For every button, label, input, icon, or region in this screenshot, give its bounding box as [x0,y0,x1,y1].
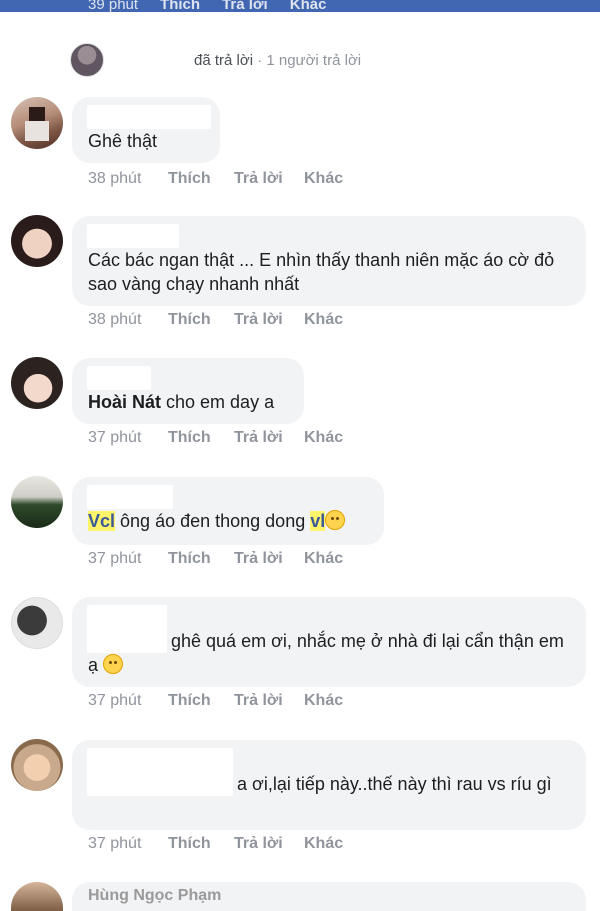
comment-bubble: Hoài Nát cho em day a [72,358,304,424]
like-button[interactable]: Thích [168,550,234,568]
comment-actions: 37 phút Thích Trả lời Khác [88,550,343,568]
more-button[interactable]: Khác [290,0,327,13]
timestamp[interactable]: 37 phút [88,429,168,447]
more-button[interactable]: Khác [304,429,343,447]
reply-button[interactable]: Trả lời [234,170,304,188]
reply-button[interactable]: Trả lời [234,550,304,568]
more-button[interactable]: Khác [304,550,343,568]
comment-actions: 38 phút Thích Trả lời Khác [88,170,343,188]
avatar [70,43,104,77]
mention-link[interactable]: Hoài Nát [88,392,161,412]
comment-text: Vcl ông áo đen thong dong vl [88,509,368,533]
more-button[interactable]: Khác [304,311,343,329]
redacted-name [87,224,179,248]
like-button[interactable]: Thích [168,429,234,447]
top-navigation-bar: 39 phút Thích Trả lời Khác [0,0,600,13]
comment-bubble: Ghê thật [72,97,220,163]
timestamp[interactable]: 37 phút [88,550,168,568]
more-button[interactable]: Khác [304,692,343,710]
reply-button[interactable]: Trả lời [234,429,304,447]
avatar[interactable] [11,739,63,791]
redacted-name [87,748,233,796]
highlighted-word: Vcl [88,511,116,531]
timestamp[interactable]: 38 phút [88,311,168,329]
highlighted-word: vl [310,511,326,531]
timestamp[interactable]: 38 phút [88,170,168,188]
avatar[interactable] [11,597,63,649]
comment-actions: 38 phút Thích Trả lời Khác [88,311,343,329]
commenter-name[interactable]: Hùng Ngọc Phạm [88,884,228,906]
like-button[interactable]: Thích [168,311,234,329]
timestamp[interactable]: 37 phút [88,835,168,853]
redacted-name [87,605,167,653]
reply-button[interactable]: Trả lời [234,692,304,710]
comment-body: cho em day a [161,392,275,412]
like-button[interactable]: Thích [168,170,234,188]
like-button[interactable]: Thích [168,692,234,710]
comment-text: Các bác ngan thật ... E nhìn thấy thanh … [88,250,555,294]
like-button[interactable]: Thích [168,835,234,853]
timestamp[interactable]: 37 phút [88,692,168,710]
avatar[interactable] [11,476,63,528]
comment-actions: 37 phút Thích Trả lời Khác [88,835,343,853]
comment-bubble: ghê quá em ơi, nhắc mẹ ở nhà đi lại cẩn … [72,597,586,687]
more-button[interactable]: Khác [304,170,343,188]
worried-emoji-icon [103,654,124,674]
comment-actions: 37 phút Thích Trả lời Khác [88,692,343,710]
reply-button[interactable]: Trả lời [234,835,304,853]
more-button[interactable]: Khác [304,835,343,853]
redacted-name [87,105,211,129]
reply-button[interactable]: Trả lời [234,311,304,329]
comment-body: ông áo đen thong dong [115,511,311,531]
laughing-emoji-icon [325,510,346,530]
redacted-name [87,485,173,509]
avatar[interactable] [11,97,63,149]
comment-actions: 37 phút Thích Trả lời Khác [88,429,343,447]
comment-bubble: a ơi,lại tiếp này..thế này thì rau vs rí… [72,740,586,830]
reply-button[interactable]: Trả lời [222,0,268,13]
timestamp: 39 phút [88,0,139,13]
avatar[interactable] [11,882,63,911]
previous-comment-actions: 39 phút Thích Trả lời Khác [88,0,326,13]
avatar[interactable] [11,215,63,267]
comment-partial: Hùng Ngọc Phạm [0,882,600,911]
replied-label: đã trả lời [194,51,254,69]
comment-text: Hoài Nát cho em day a [88,390,288,414]
reply-summary-text[interactable]: đã trả lời · 1 người trả lời [194,52,361,69]
like-button[interactable]: Thích [160,0,200,13]
reply-summary[interactable]: đã trả lời · 1 người trả lời [70,42,361,78]
avatar[interactable] [11,357,63,409]
redacted-name [87,366,151,390]
comment-bubble: Hùng Ngọc Phạm [72,882,586,911]
comment-bubble: Các bác ngan thật ... E nhìn thấy thanh … [72,216,586,306]
comment-text: Ghê thật [88,131,158,151]
comment-bubble: Vcl ông áo đen thong dong vl [72,477,384,545]
reply-count: · 1 người trả lời [253,51,362,69]
